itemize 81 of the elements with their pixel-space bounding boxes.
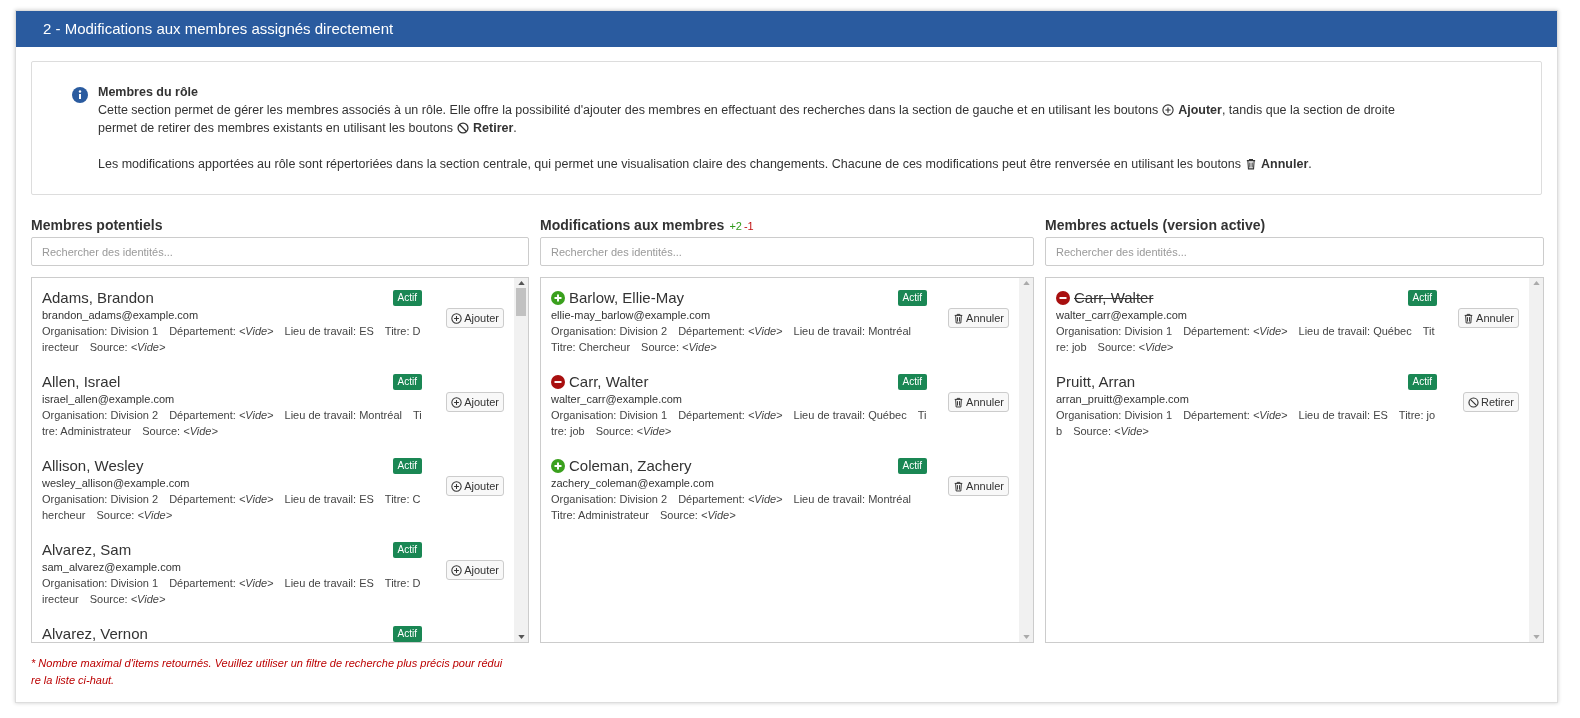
search-field[interactable]: Rechercher des identités... [31, 237, 529, 266]
remove-button[interactable]: Retirer [1463, 392, 1519, 412]
plus-circle-icon [451, 396, 463, 408]
member-email: ellie-may_barlow@example.com [551, 308, 712, 323]
trash-icon [1463, 312, 1475, 324]
member-name: Pruitt, Arran [1056, 372, 1136, 392]
member-name: Carr, Walter [569, 372, 649, 392]
add-button[interactable]: Ajouter [446, 392, 504, 412]
member-details: Organisation: Division 1 Département: <Vide> Lieu de travail: ES Titre: Directeur Source: <Vide> [42, 576, 422, 607]
member-email: walter_carr@example.com [551, 392, 683, 407]
cancel-button[interactable]: Annuler [948, 476, 1009, 496]
member-name: Carr, Walter [1074, 288, 1154, 308]
member-email: sam_alvarez@example.com [42, 560, 182, 575]
info-text: Retirer. [473, 120, 517, 137]
status-badge: Actif [1407, 374, 1437, 390]
member-name: Barlow, Ellie-May [569, 288, 685, 308]
member-email: wesley_allison@example.com [42, 476, 191, 491]
column-title: Membres potentiels [31, 216, 163, 235]
status-badge: Actif [897, 290, 927, 306]
info-text: Cette section permet de gérer les membres associés à un rôle. Elle offre la possibilité d'ajouter des membres en effectuant des recherches dans la section de gauche et en utilisant les boutons [98, 102, 1159, 119]
member-email: israel_allen@example.com [42, 392, 176, 407]
cancel-button[interactable]: Annuler [1458, 308, 1519, 328]
section-title: 2 - Modifications aux membres assignés directement [43, 18, 394, 39]
search-field[interactable]: Rechercher des identités... [1045, 237, 1544, 266]
scroll-thumb[interactable] [516, 288, 526, 316]
member-details: Organisation: Division 2 Département: <Vide> Lieu de travail: Montréal Titre: Chercheur Source: <Vide> [551, 324, 912, 355]
prohibited-icon [457, 122, 470, 134]
member-name: Alvarez, Sam [42, 540, 132, 560]
member-details: Organisation: Division 1 Département: <Vide> Lieu de travail: ES Titre: job Source: <Vide> [1056, 408, 1437, 439]
cancel-button[interactable]: Annuler [948, 308, 1009, 328]
added-count: +2 [729, 219, 742, 234]
search-field[interactable]: Rechercher des identités... [540, 237, 1034, 266]
plus-circle-icon [451, 564, 463, 576]
add-button[interactable]: Ajouter [446, 560, 504, 580]
member-details: Organisation: Division 1 Département: <Vide> Lieu de travail: Québec Titre: job Source: <Vide> [1056, 324, 1436, 355]
member-details: Organisation: Division 2 Département: <Vide> Lieu de travail: Montréal Titre: Administrateur Source: <Vide> [42, 408, 422, 439]
scroll-up-icon[interactable] [517, 281, 525, 285]
info-icon [72, 87, 88, 103]
status-badge: Actif [392, 290, 422, 306]
member-name: Coleman, Zachery [569, 456, 692, 476]
scrollbar[interactable] [514, 278, 528, 642]
info-title: Membres du rôle [98, 84, 200, 101]
info-text: Ajouter, tandis que la section de droite [1178, 102, 1395, 119]
status-badge: Actif [392, 626, 422, 642]
info-text: permet de retirer des membres existants en utilisant les boutons [98, 120, 454, 137]
add-button[interactable]: Ajouter [446, 308, 504, 328]
column-title: Modifications aux membres [540, 216, 725, 235]
info-text: Annuler. [1261, 156, 1312, 173]
prohibited-icon [1468, 396, 1479, 408]
info-text: Les modifications apportées au rôle sont répertoriées dans la section centrale, qui permet une visualisation claire des changements. Chacune de ces modifications peut être renversée en utilisant les boutons [98, 156, 1242, 173]
removed-count: -1 [743, 219, 754, 234]
column-title: Membres actuels (version active) [1045, 216, 1266, 235]
member-details: Organisation: Division 2 Département: <Vide> Lieu de travail: Montréal Titre: Administrateur Source: <Vide> [551, 492, 912, 523]
trash-icon [953, 396, 965, 408]
scroll-down-icon[interactable] [517, 635, 525, 639]
footnote: * Nombre maximal d'items retournés. Veuillez utiliser un filtre de recherche plus précis pour réduire la liste ci-haut. [31, 656, 504, 688]
member-email: brandon_adams@example.com [42, 308, 200, 323]
trash-icon [953, 312, 965, 324]
status-badge: Actif [392, 458, 422, 474]
member-email: walter_carr@example.com [1056, 308, 1188, 323]
member-name: Adams, Brandon [42, 288, 154, 308]
trash-icon [953, 480, 965, 492]
member-name: Alvarez, Vernon [42, 624, 148, 642]
plus-circle-icon [451, 480, 463, 492]
status-badge: Actif [897, 458, 927, 474]
member-email: zachery_coleman@example.com [551, 476, 715, 491]
member-name: Allen, Israel [42, 372, 121, 392]
member-details: Organisation: Division 1 Département: <Vide> Lieu de travail: ES Titre: Directeur Source: <Vide> [42, 324, 422, 355]
add-button[interactable]: Ajouter [446, 476, 504, 496]
member-name: Allison, Wesley [42, 456, 144, 476]
plus-circle-icon [1162, 104, 1175, 116]
status-badge: Actif [392, 542, 422, 558]
status-badge: Actif [1407, 290, 1437, 306]
status-badge: Actif [897, 374, 927, 390]
plus-circle-icon [451, 312, 463, 324]
member-details: Organisation: Division 1 Département: <Vide> Lieu de travail: Québec Titre: job Source: <Vide> [551, 408, 927, 439]
cancel-button[interactable]: Annuler [948, 392, 1009, 412]
trash-icon [1245, 158, 1258, 170]
status-badge: Actif [392, 374, 422, 390]
member-email: arran_pruitt@example.com [1056, 392, 1190, 407]
member-details: Organisation: Division 2 Département: <Vide> Lieu de travail: ES Titre: Chercheur Source: <Vide> [42, 492, 422, 523]
